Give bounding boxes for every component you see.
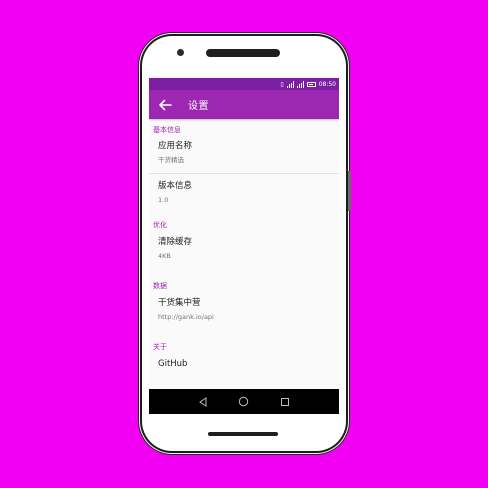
category-about: 关于: [153, 343, 167, 351]
arrow-left-icon[interactable]: [158, 99, 172, 111]
pref-summary: 1.0: [158, 196, 169, 204]
phone-frame: ▯ 08:50 设置 基本信息 应用名称 干货精选 版本信息 1.0 优化 清除…: [142, 36, 351, 451]
pref-title: 清除缓存: [158, 237, 193, 247]
bottom-speaker: [208, 432, 278, 436]
pref-title: 版本信息: [158, 181, 193, 191]
device-screen: ▯ 08:50 设置 基本信息 应用名称 干货精选 版本信息 1.0 优化 清除…: [149, 78, 339, 414]
back-triangle-icon[interactable]: [195, 394, 211, 410]
front-camera: [177, 49, 184, 56]
pref-summary: http://gank.io/api: [158, 313, 214, 321]
earpiece-speaker: [206, 49, 280, 57]
status-time: 08:50: [318, 80, 336, 88]
pref-version-info[interactable]: 版本信息 1.0: [149, 174, 339, 214]
pref-summary: 4KB: [158, 252, 171, 260]
pref-clear-cache[interactable]: 清除缓存 4KB: [149, 233, 339, 275]
app-toolbar: 设置: [149, 90, 339, 119]
power-button: [348, 171, 351, 211]
category-data: 数据: [153, 282, 167, 290]
navigation-bar: [149, 389, 339, 414]
home-circle-icon[interactable]: [236, 394, 252, 410]
signal-icon: [286, 80, 294, 88]
category-basic-info: 基本信息: [153, 126, 181, 134]
pref-summary: 干货精选: [158, 156, 184, 164]
pref-title: 应用名称: [158, 141, 193, 151]
pref-gank-api[interactable]: 干货集中营 http://gank.io/api: [149, 294, 339, 336]
category-optimize: 优化: [153, 221, 167, 229]
pref-title: 干货集中营: [158, 298, 201, 308]
preferences-list[interactable]: 基本信息 应用名称 干货精选 版本信息 1.0 优化 清除缓存 4KB 数据 干…: [149, 119, 339, 386]
status-bar: ▯ 08:50: [149, 78, 339, 90]
pref-title: GitHub: [158, 359, 188, 369]
battery-icon: [306, 81, 316, 87]
pref-app-name[interactable]: 应用名称 干货精选: [149, 138, 339, 173]
page-title: 设置: [188, 101, 209, 112]
recents-square-icon[interactable]: [277, 394, 293, 410]
signal-icon: [296, 80, 304, 88]
pref-github[interactable]: GitHub: [149, 355, 339, 385]
vibrate-icon: ▯: [280, 80, 284, 88]
